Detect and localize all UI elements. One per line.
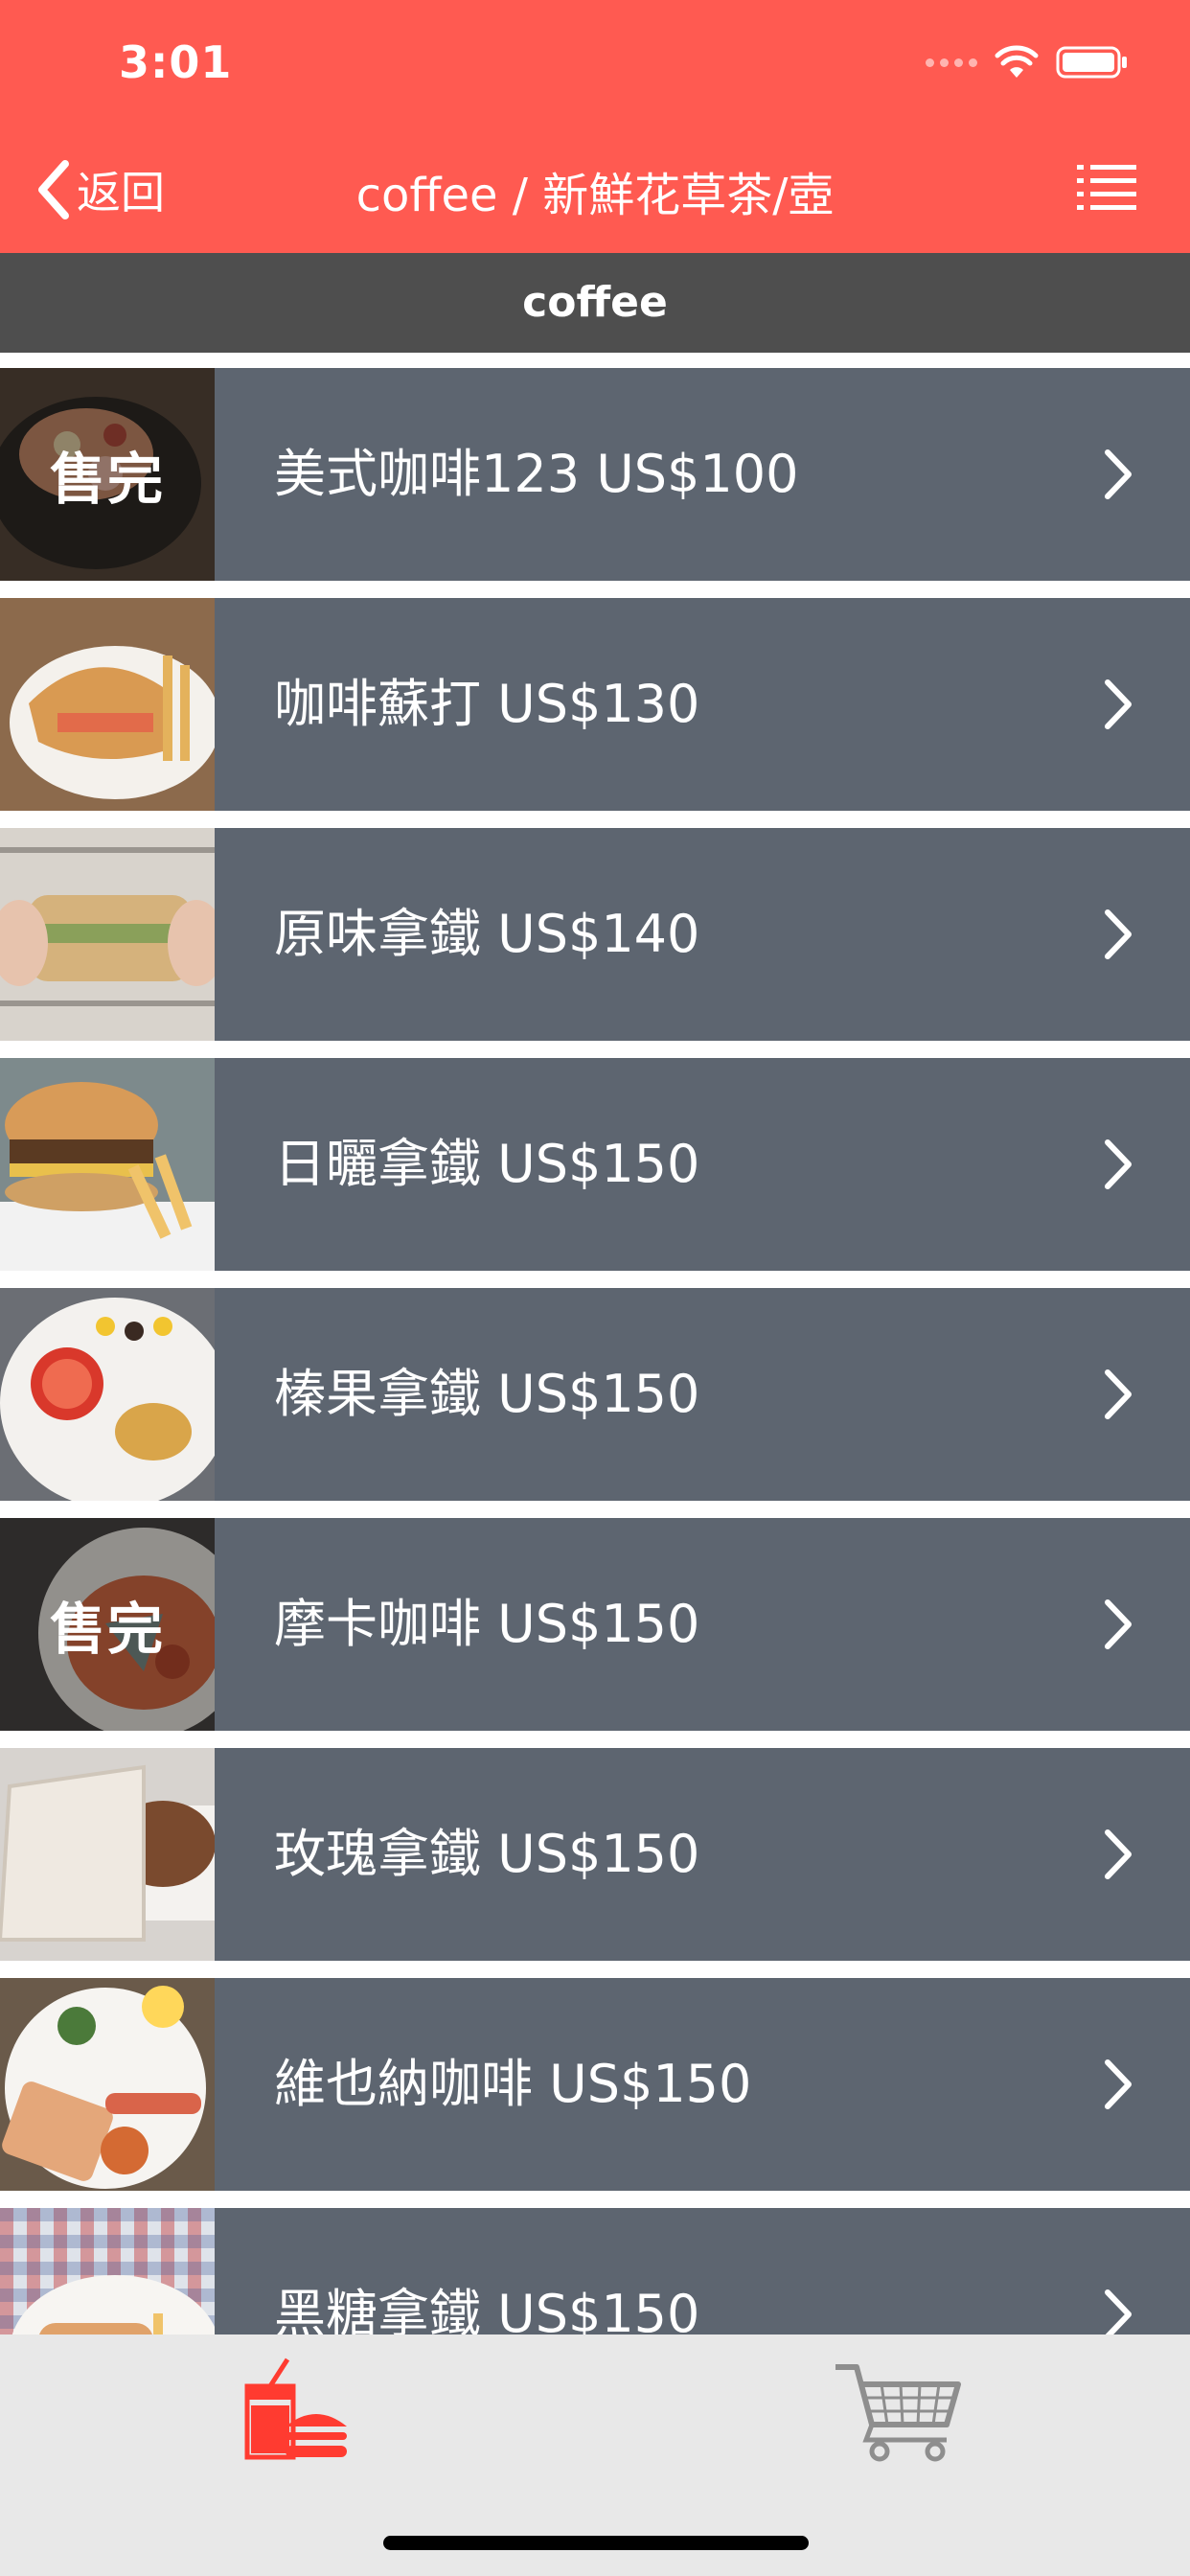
section-header: coffee (0, 253, 1190, 353)
sold-out-badge: 售完 (0, 1518, 215, 1731)
chevron-right-icon (1105, 449, 1132, 499)
drink-burger-icon[interactable] (230, 2358, 383, 2463)
food-photo-icon (0, 1058, 215, 1271)
food-photo-icon: 售完 (0, 1518, 215, 1731)
wifi-icon (995, 45, 1039, 78)
chevron-right-icon (1105, 1369, 1132, 1419)
menu-item-label: 美式咖啡123 US$100 (274, 444, 799, 504)
chevron-right-icon (1105, 1139, 1132, 1189)
menu-item-label: 原味拿鐵 US$140 (274, 904, 700, 964)
food-photo-icon (0, 1748, 215, 1961)
nav-header: 3:01 返回 coffee / 新鮮花草茶/壺 (0, 0, 1190, 253)
chevron-right-icon (1105, 679, 1132, 729)
menu-item-label: 咖啡蘇打 US$130 (274, 674, 700, 734)
menu-item-row[interactable]: 維也納咖啡 US$150 (0, 1978, 1190, 2191)
menu-item-label: 維也納咖啡 US$150 (274, 2054, 752, 2114)
food-photo-icon (0, 1288, 215, 1501)
chevron-right-icon (1105, 1599, 1132, 1649)
menu-item-row[interactable]: 榛果拿鐵 US$150 (0, 1288, 1190, 1501)
menu-item-label: 日曬拿鐵 US$150 (274, 1134, 700, 1194)
chevron-right-icon (1105, 1829, 1132, 1879)
menu-item-row[interactable]: 咖啡蘇打 US$130 (0, 598, 1190, 811)
list-menu-icon[interactable] (1077, 161, 1136, 213)
menu-item-row[interactable]: 原味拿鐵 US$140 (0, 828, 1190, 1041)
menu-item-row[interactable]: 玫瑰拿鐵 US$150 (0, 1748, 1190, 1961)
food-photo-icon (0, 1978, 215, 2191)
food-photo-icon (0, 828, 215, 1041)
page-title: coffee / 新鮮花草茶/壺 (355, 169, 835, 222)
food-photo-icon (0, 598, 215, 811)
menu-item-row[interactable]: 售完 摩卡咖啡 US$150 (0, 1518, 1190, 1731)
menu-item-label: 榛果拿鐵 US$150 (274, 1364, 700, 1424)
menu-item-row[interactable]: 日曬拿鐵 US$150 (0, 1058, 1190, 1271)
menu-item-row[interactable]: 售完 美式咖啡123 US$100 (0, 368, 1190, 581)
battery-icon (1056, 46, 1127, 79)
menu-item-label: 摩卡咖啡 US$150 (274, 1594, 700, 1654)
cellular-signal-icon (926, 58, 977, 67)
sold-out-badge: 售完 (0, 368, 215, 581)
home-indicator (383, 2536, 809, 2550)
shopping-cart-icon[interactable] (824, 2358, 977, 2463)
chevron-right-icon (1105, 2059, 1132, 2109)
food-photo-icon: 售完 (0, 368, 215, 581)
chevron-right-icon (1105, 909, 1132, 959)
menu-item-label: 玫瑰拿鐵 US$150 (274, 1824, 700, 1884)
status-time: 3:01 (119, 36, 233, 88)
status-indicators (926, 40, 1129, 84)
